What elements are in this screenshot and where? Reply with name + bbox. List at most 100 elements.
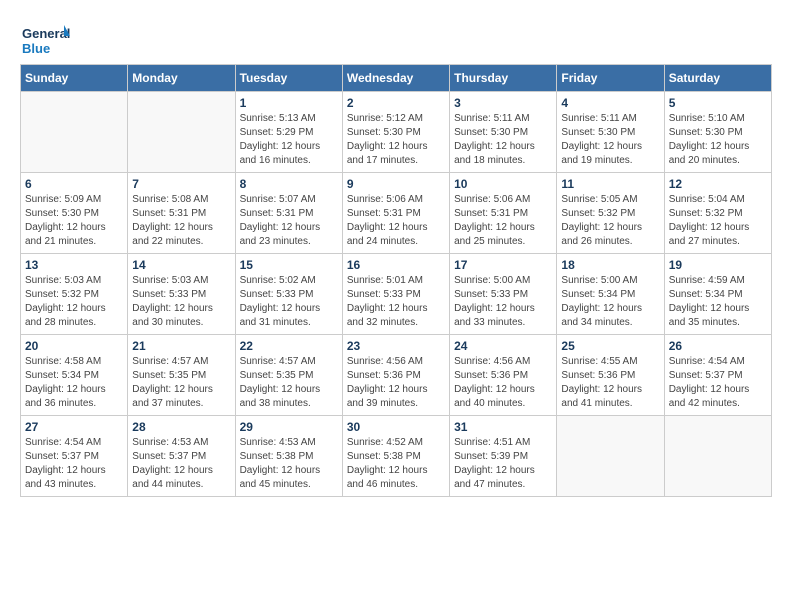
calendar-cell: 26 Sunrise: 4:54 AMSunset: 5:37 PMDayligh… xyxy=(664,335,771,416)
day-info: Sunrise: 4:58 AMSunset: 5:34 PMDaylight:… xyxy=(25,355,123,411)
day-info: Sunrise: 5:08 AMSunset: 5:31 PMDaylight:… xyxy=(132,193,230,249)
weekday-header-thursday: Thursday xyxy=(450,65,557,92)
calendar-cell: 8 Sunrise: 5:07 AMSunset: 5:31 PMDaylight… xyxy=(235,173,342,254)
calendar-cell: 14 Sunrise: 5:03 AMSunset: 5:33 PMDayligh… xyxy=(128,254,235,335)
day-info: Sunrise: 5:11 AMSunset: 5:30 PMDaylight:… xyxy=(561,112,659,168)
day-number: 2 xyxy=(347,96,445,110)
calendar-cell: 30 Sunrise: 4:52 AMSunset: 5:38 PMDayligh… xyxy=(342,416,449,497)
day-number: 3 xyxy=(454,96,552,110)
day-number: 1 xyxy=(240,96,338,110)
calendar-cell: 31 Sunrise: 4:51 AMSunset: 5:39 PMDayligh… xyxy=(450,416,557,497)
day-info: Sunrise: 5:10 AMSunset: 5:30 PMDaylight:… xyxy=(669,112,767,168)
calendar-cell xyxy=(128,92,235,173)
calendar-week-4: 20 Sunrise: 4:58 AMSunset: 5:34 PMDayligh… xyxy=(21,335,772,416)
day-number: 22 xyxy=(240,339,338,353)
day-info: Sunrise: 4:55 AMSunset: 5:36 PMDaylight:… xyxy=(561,355,659,411)
day-info: Sunrise: 5:03 AMSunset: 5:33 PMDaylight:… xyxy=(132,274,230,330)
day-number: 24 xyxy=(454,339,552,353)
calendar-week-2: 6Sunrise: 5:09 AMSunset: 5:30 PMDaylight… xyxy=(21,173,772,254)
day-info: Sunrise: 5:11 AMSunset: 5:30 PMDaylight:… xyxy=(454,112,552,168)
day-info: Sunrise: 5:06 AMSunset: 5:31 PMDaylight:… xyxy=(347,193,445,249)
weekday-header-sunday: Sunday xyxy=(21,65,128,92)
day-number: 6 xyxy=(25,177,123,191)
calendar-table: SundayMondayTuesdayWednesdayThursdayFrid… xyxy=(20,64,772,497)
weekday-header-tuesday: Tuesday xyxy=(235,65,342,92)
calendar-cell: 19 Sunrise: 4:59 AMSunset: 5:34 PMDayligh… xyxy=(664,254,771,335)
day-info: Sunrise: 5:00 AMSunset: 5:34 PMDaylight:… xyxy=(561,274,659,330)
calendar-cell: 16 Sunrise: 5:01 AMSunset: 5:33 PMDayligh… xyxy=(342,254,449,335)
day-info: Sunrise: 4:54 AMSunset: 5:37 PMDaylight:… xyxy=(669,355,767,411)
day-number: 8 xyxy=(240,177,338,191)
weekday-header-wednesday: Wednesday xyxy=(342,65,449,92)
calendar-cell: 7 Sunrise: 5:08 AMSunset: 5:31 PMDaylight… xyxy=(128,173,235,254)
svg-text:Blue: Blue xyxy=(22,41,50,56)
day-number: 20 xyxy=(25,339,123,353)
calendar-cell: 22 Sunrise: 4:57 AMSunset: 5:35 PMDayligh… xyxy=(235,335,342,416)
calendar-cell: 6Sunrise: 5:09 AMSunset: 5:30 PMDaylight… xyxy=(21,173,128,254)
day-info: Sunrise: 4:56 AMSunset: 5:36 PMDaylight:… xyxy=(454,355,552,411)
calendar-cell: 4 Sunrise: 5:11 AMSunset: 5:30 PMDaylight… xyxy=(557,92,664,173)
calendar-cell: 27 Sunrise: 4:54 AMSunset: 5:37 PMDayligh… xyxy=(21,416,128,497)
day-number: 21 xyxy=(132,339,230,353)
day-number: 30 xyxy=(347,420,445,434)
calendar-cell: 9 Sunrise: 5:06 AMSunset: 5:31 PMDaylight… xyxy=(342,173,449,254)
day-info: Sunrise: 5:13 AMSunset: 5:29 PMDaylight:… xyxy=(240,112,338,168)
day-number: 5 xyxy=(669,96,767,110)
calendar-cell: 1 Sunrise: 5:13 AMSunset: 5:29 PMDaylight… xyxy=(235,92,342,173)
calendar-cell: 18 Sunrise: 5:00 AMSunset: 5:34 PMDayligh… xyxy=(557,254,664,335)
day-number: 11 xyxy=(561,177,659,191)
day-info: Sunrise: 5:12 AMSunset: 5:30 PMDaylight:… xyxy=(347,112,445,168)
day-number: 19 xyxy=(669,258,767,272)
day-number: 23 xyxy=(347,339,445,353)
calendar-cell: 5 Sunrise: 5:10 AMSunset: 5:30 PMDaylight… xyxy=(664,92,771,173)
day-info: Sunrise: 5:07 AMSunset: 5:31 PMDaylight:… xyxy=(240,193,338,249)
weekday-header-saturday: Saturday xyxy=(664,65,771,92)
calendar-cell: 10 Sunrise: 5:06 AMSunset: 5:31 PMDayligh… xyxy=(450,173,557,254)
day-info: Sunrise: 5:06 AMSunset: 5:31 PMDaylight:… xyxy=(454,193,552,249)
logo-svg: General Blue xyxy=(20,20,70,60)
day-number: 28 xyxy=(132,420,230,434)
svg-text:General: General xyxy=(22,26,70,41)
weekday-header-friday: Friday xyxy=(557,65,664,92)
day-info: Sunrise: 4:57 AMSunset: 5:35 PMDaylight:… xyxy=(132,355,230,411)
calendar-week-5: 27 Sunrise: 4:54 AMSunset: 5:37 PMDayligh… xyxy=(21,416,772,497)
calendar-cell: 28 Sunrise: 4:53 AMSunset: 5:37 PMDayligh… xyxy=(128,416,235,497)
day-info: Sunrise: 4:57 AMSunset: 5:35 PMDaylight:… xyxy=(240,355,338,411)
day-number: 4 xyxy=(561,96,659,110)
day-info: Sunrise: 4:52 AMSunset: 5:38 PMDaylight:… xyxy=(347,436,445,492)
day-info: Sunrise: 5:05 AMSunset: 5:32 PMDaylight:… xyxy=(561,193,659,249)
calendar-cell: 29 Sunrise: 4:53 AMSunset: 5:38 PMDayligh… xyxy=(235,416,342,497)
day-number: 17 xyxy=(454,258,552,272)
page-header: General Blue xyxy=(20,20,772,60)
calendar-cell: 13Sunrise: 5:03 AMSunset: 5:32 PMDayligh… xyxy=(21,254,128,335)
day-info: Sunrise: 4:59 AMSunset: 5:34 PMDaylight:… xyxy=(669,274,767,330)
calendar-cell xyxy=(664,416,771,497)
day-number: 16 xyxy=(347,258,445,272)
calendar-cell xyxy=(557,416,664,497)
calendar-week-1: 1 Sunrise: 5:13 AMSunset: 5:29 PMDaylight… xyxy=(21,92,772,173)
day-info: Sunrise: 4:54 AMSunset: 5:37 PMDaylight:… xyxy=(25,436,123,492)
calendar-cell: 25 Sunrise: 4:55 AMSunset: 5:36 PMDayligh… xyxy=(557,335,664,416)
day-number: 29 xyxy=(240,420,338,434)
day-number: 25 xyxy=(561,339,659,353)
calendar-week-3: 13Sunrise: 5:03 AMSunset: 5:32 PMDayligh… xyxy=(21,254,772,335)
day-number: 18 xyxy=(561,258,659,272)
day-number: 7 xyxy=(132,177,230,191)
day-info: Sunrise: 4:51 AMSunset: 5:39 PMDaylight:… xyxy=(454,436,552,492)
day-number: 27 xyxy=(25,420,123,434)
weekday-header-row: SundayMondayTuesdayWednesdayThursdayFrid… xyxy=(21,65,772,92)
day-number: 14 xyxy=(132,258,230,272)
day-info: Sunrise: 4:53 AMSunset: 5:37 PMDaylight:… xyxy=(132,436,230,492)
day-number: 31 xyxy=(454,420,552,434)
day-number: 9 xyxy=(347,177,445,191)
weekday-header-monday: Monday xyxy=(128,65,235,92)
calendar-cell: 12Sunrise: 5:04 AMSunset: 5:32 PMDayligh… xyxy=(664,173,771,254)
day-info: Sunrise: 5:01 AMSunset: 5:33 PMDaylight:… xyxy=(347,274,445,330)
day-info: Sunrise: 5:03 AMSunset: 5:32 PMDaylight:… xyxy=(25,274,123,330)
day-number: 26 xyxy=(669,339,767,353)
day-info: Sunrise: 4:56 AMSunset: 5:36 PMDaylight:… xyxy=(347,355,445,411)
day-info: Sunrise: 4:53 AMSunset: 5:38 PMDaylight:… xyxy=(240,436,338,492)
calendar-cell: 24 Sunrise: 4:56 AMSunset: 5:36 PMDayligh… xyxy=(450,335,557,416)
day-number: 10 xyxy=(454,177,552,191)
day-info: Sunrise: 5:00 AMSunset: 5:33 PMDaylight:… xyxy=(454,274,552,330)
